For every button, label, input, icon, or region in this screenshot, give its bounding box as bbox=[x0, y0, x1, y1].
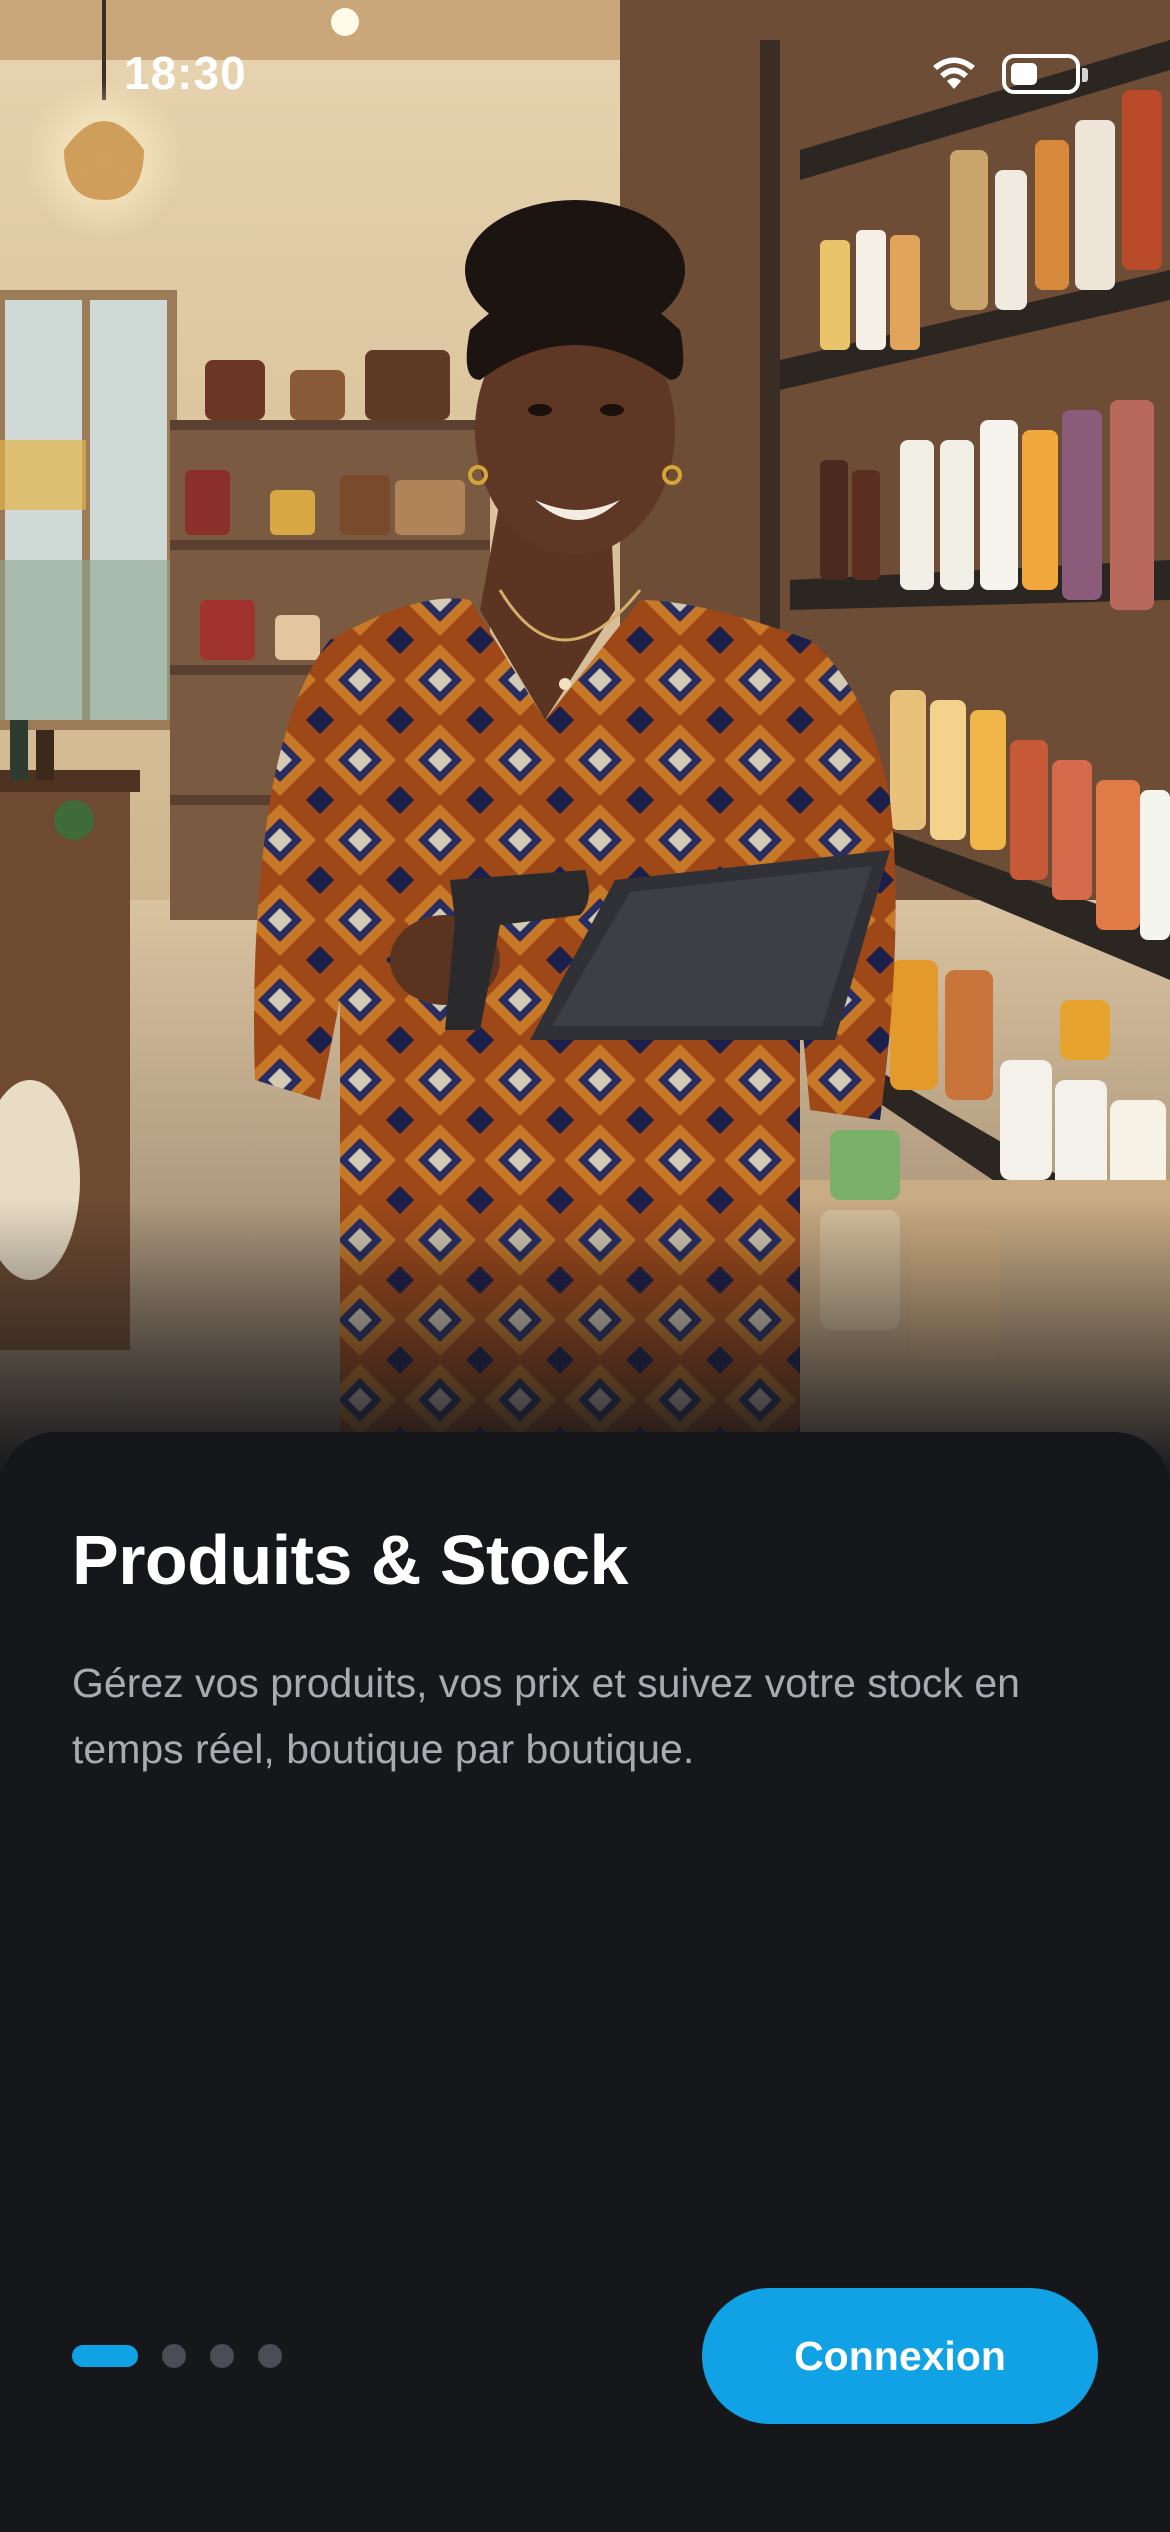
onboarding-description: Gérez vos produits, vos prix et suivez v… bbox=[72, 1660, 1020, 1772]
hero-image bbox=[0, 0, 1170, 1480]
status-time: 18:30 bbox=[124, 47, 247, 99]
status-bar: 18:30 bbox=[0, 0, 1170, 150]
login-button[interactable]: Connexion bbox=[702, 2288, 1098, 2424]
battery-cap bbox=[1082, 68, 1088, 82]
onboarding-title: Produits & Stock bbox=[72, 1521, 628, 1599]
battery-icon bbox=[1002, 54, 1088, 94]
status-icons bbox=[932, 54, 1088, 94]
onboarding-sheet: Produits & Stock Gérez vos produits, vos… bbox=[0, 1432, 1170, 2532]
page-dot-4[interactable] bbox=[258, 2344, 282, 2368]
page-dot-1-active[interactable] bbox=[72, 2345, 138, 2367]
page-dot-2[interactable] bbox=[162, 2344, 186, 2368]
page-indicator[interactable] bbox=[72, 2344, 282, 2368]
battery-level bbox=[1011, 63, 1037, 85]
wifi-icon bbox=[932, 57, 976, 91]
page-dot-3[interactable] bbox=[210, 2344, 234, 2368]
